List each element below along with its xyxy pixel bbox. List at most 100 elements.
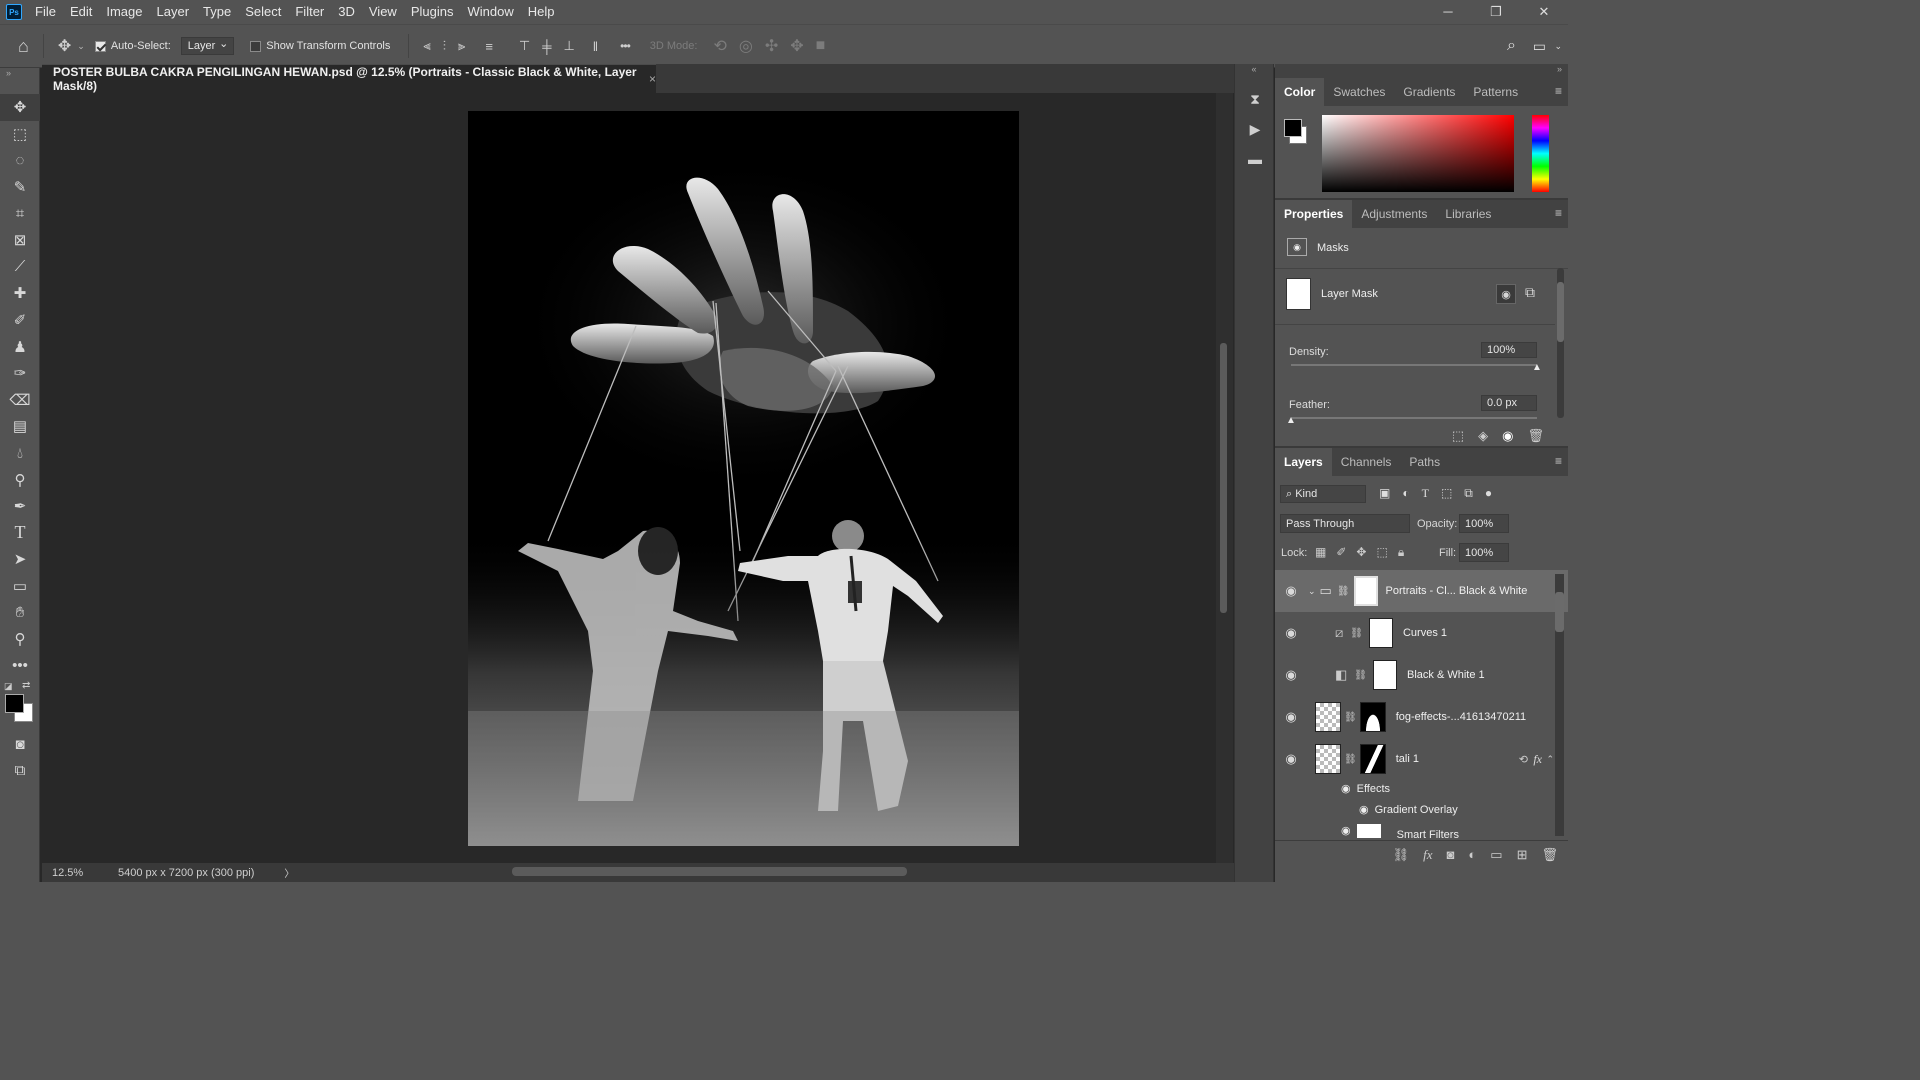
comments-icon[interactable]: ▬ — [1235, 144, 1275, 174]
align-left-icon[interactable]: ⫷ — [417, 38, 436, 54]
link-icon[interactable]: ⛓︎ — [1350, 628, 1363, 639]
tab-patterns[interactable]: Patterns — [1464, 78, 1527, 106]
lock-position-icon[interactable]: ✥ — [1356, 545, 1366, 560]
menu-layer[interactable]: Layer — [150, 0, 197, 24]
eraser-tool-icon[interactable]: ⌫ — [0, 387, 40, 414]
visibility-eye-icon[interactable]: ◉ — [1341, 783, 1351, 795]
close-tab-icon[interactable]: × — [649, 72, 656, 86]
menu-filter[interactable]: Filter — [288, 0, 331, 24]
search-icon[interactable]: ⌕ — [1507, 37, 1516, 55]
density-slider-track[interactable] — [1291, 364, 1537, 366]
menu-window[interactable]: Window — [460, 0, 520, 24]
align-top-icon[interactable]: ⊤ — [513, 38, 536, 54]
history-brush-tool-icon[interactable]: ✑ — [0, 360, 40, 387]
zoom-tool-icon[interactable]: ⚲ — [0, 626, 40, 653]
tab-properties[interactable]: Properties — [1275, 200, 1353, 228]
menu-select[interactable]: Select — [238, 0, 288, 24]
layer-row-tali[interactable]: ◉ ⛓︎ tali 1 ⟲ fx ⌃ — [1275, 738, 1568, 780]
toggle-mask-visibility-icon[interactable]: ◉ — [1502, 428, 1513, 444]
rectangle-tool-icon[interactable]: ▭ — [0, 573, 40, 600]
visibility-eye-icon[interactable]: ◉ — [1341, 824, 1351, 837]
lasso-tool-icon[interactable]: ◌ — [0, 147, 40, 174]
layer-row-curves[interactable]: ◉ ⧄ ⛓︎ Curves 1 — [1275, 612, 1568, 654]
delete-layer-icon[interactable]: 🗑︎ — [1541, 847, 1558, 863]
path-selection-tool-icon[interactable]: ➤ — [0, 546, 40, 573]
poster-artwork[interactable] — [468, 111, 1019, 846]
3d-orbit-icon[interactable]: ⟲ — [707, 36, 732, 56]
align-center-h-icon[interactable]: ⫶ — [437, 38, 452, 54]
collapse-icon[interactable]: « — [1235, 64, 1273, 84]
zoom-level[interactable]: 12.5% — [42, 867, 90, 879]
visibility-eye-icon[interactable]: ◉ — [1359, 804, 1369, 816]
screen-mode-icon[interactable]: ⧉ — [0, 758, 40, 785]
3d-pan-icon[interactable]: ✣ — [759, 36, 784, 56]
frame-tool-icon[interactable]: ⊠ — [0, 227, 40, 254]
tab-channels[interactable]: Channels — [1332, 448, 1401, 476]
minimize-button[interactable]: ─ — [1424, 0, 1472, 24]
move-tool-preset-icon[interactable]: ✥ — [52, 36, 77, 56]
document-tab[interactable]: POSTER BULBA CAKRA PENGILINGAN HEWAN.psd… — [42, 64, 656, 93]
filter-type-icon[interactable]: T — [1422, 486, 1429, 501]
layers-scrollbar[interactable] — [1555, 574, 1564, 836]
crop-tool-icon[interactable]: ⌗ — [0, 200, 40, 227]
delete-mask-icon[interactable]: 🗑︎ — [1527, 428, 1544, 444]
effects-row[interactable]: ◉ Effects — [1341, 782, 1390, 795]
layer-row-black-white[interactable]: ◉ ◧ ⛓︎ Black & White 1 — [1275, 654, 1568, 696]
visibility-eye-icon[interactable]: ◉ — [1284, 583, 1298, 599]
menu-edit[interactable]: Edit — [63, 0, 99, 24]
collapse-effects-chevron-icon[interactable]: ⌃ — [1546, 754, 1554, 765]
collapse-icon[interactable]: » — [0, 68, 39, 94]
menu-3d[interactable]: 3D — [331, 0, 362, 24]
filter-smart-object-icon[interactable]: ⧉ — [1464, 486, 1473, 501]
chevron-down-icon[interactable]: ⌄ — [77, 41, 85, 52]
auto-select-checkbox[interactable] — [94, 40, 106, 52]
panel-menu-icon[interactable]: ≡ — [1555, 454, 1562, 468]
layer-mask-thumbnail[interactable] — [1368, 618, 1393, 648]
pen-tool-icon[interactable]: ✒ — [0, 493, 40, 520]
filter-toggle-icon[interactable]: ● — [1485, 486, 1492, 501]
layer-name[interactable]: Portraits - Cl... Black & White — [1386, 585, 1528, 597]
expand-chevron-icon[interactable]: ⌄ — [1308, 586, 1316, 597]
close-button[interactable]: ✕ — [1520, 0, 1568, 24]
scroll-thumb[interactable] — [1220, 343, 1227, 613]
smart-object-thumbnail[interactable] — [1315, 702, 1341, 732]
menu-image[interactable]: Image — [99, 0, 149, 24]
apply-mask-icon[interactable]: ◈ — [1478, 428, 1488, 444]
panel-menu-icon[interactable]: ≡ — [1555, 206, 1562, 220]
visibility-eye-icon[interactable]: ◉ — [1284, 667, 1298, 683]
layer-name[interactable]: Curves 1 — [1403, 627, 1447, 639]
tab-swatches[interactable]: Swatches — [1324, 78, 1394, 106]
tab-paths[interactable]: Paths — [1400, 448, 1449, 476]
edit-toolbar-icon[interactable]: ••• — [0, 652, 40, 679]
chevron-down-icon[interactable]: ⌄ — [1554, 41, 1562, 52]
hue-slider[interactable] — [1532, 115, 1549, 192]
new-layer-icon[interactable]: ⊞ — [1517, 847, 1528, 863]
blur-tool-icon[interactable]: 💧︎ — [0, 440, 40, 467]
add-layer-style-icon[interactable]: fx — [1423, 847, 1432, 863]
filter-kind-dropdown[interactable]: ⌕ Kind — [1280, 485, 1366, 503]
align-middle-v-icon[interactable]: ╪ — [536, 39, 557, 54]
density-slider-thumb[interactable]: ▲ — [1532, 362, 1542, 373]
layer-name[interactable]: tali 1 — [1396, 753, 1419, 765]
layer-name[interactable]: fog-effects-...41613470211 — [1396, 711, 1526, 723]
tab-layers[interactable]: Layers — [1275, 448, 1332, 476]
menu-view[interactable]: View — [362, 0, 404, 24]
feather-slider-thumb[interactable]: ▲ — [1286, 415, 1296, 426]
foreground-color-chip[interactable] — [1284, 119, 1302, 137]
restore-button[interactable]: ❐ — [1472, 0, 1520, 24]
marquee-tool-icon[interactable]: ⬚ — [0, 121, 40, 148]
default-colors-icon[interactable]: ◪ — [4, 681, 13, 692]
dodge-tool-icon[interactable]: ⚲ — [0, 466, 40, 493]
more-options-icon[interactable]: ••• — [614, 39, 636, 53]
link-layers-icon[interactable]: ⛓︎ — [1393, 847, 1410, 863]
menu-help[interactable]: Help — [521, 0, 562, 24]
menu-plugins[interactable]: Plugins — [404, 0, 461, 24]
link-icon[interactable]: ⛓︎ — [1337, 586, 1350, 597]
new-group-icon[interactable]: ▭ — [1490, 847, 1502, 863]
align-bottom-icon[interactable]: ⊥ — [557, 38, 580, 54]
layer-name[interactable]: Black & White 1 — [1407, 669, 1485, 681]
visibility-eye-icon[interactable]: ◉ — [1284, 625, 1298, 641]
horizontal-scroll-thumb[interactable] — [512, 867, 907, 876]
filter-shape-icon[interactable]: ⬚ — [1441, 486, 1452, 501]
fill-field[interactable]: 100% — [1459, 543, 1509, 562]
